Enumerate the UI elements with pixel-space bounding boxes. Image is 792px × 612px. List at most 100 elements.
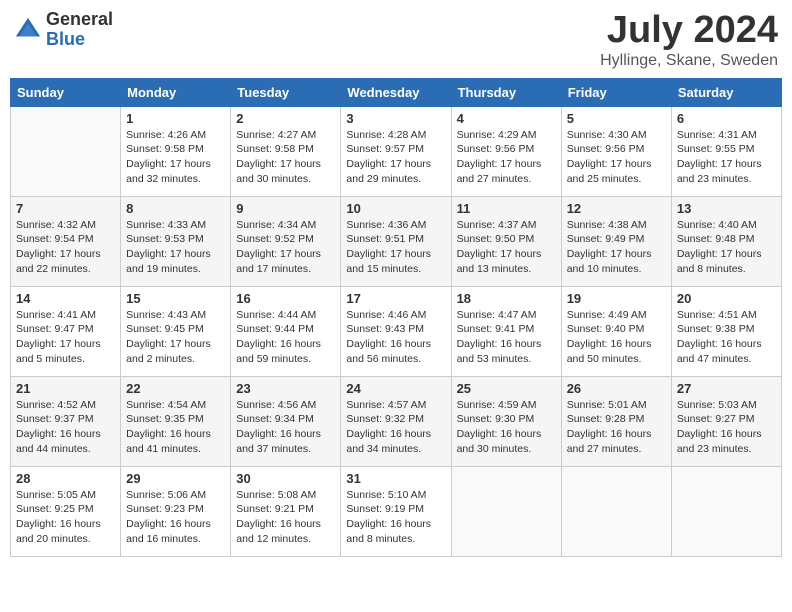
day-number: 23 <box>236 381 335 396</box>
day-info: Sunrise: 4:54 AM Sunset: 9:35 PM Dayligh… <box>126 398 225 457</box>
calendar-cell <box>561 466 671 556</box>
calendar-cell: 11 Sunrise: 4:37 AM Sunset: 9:50 PM Dayli… <box>451 196 561 286</box>
page-header: General Blue July 2024 Hyllinge, Skane, … <box>10 10 782 70</box>
calendar-cell: 27 Sunrise: 5:03 AM Sunset: 9:27 PM Dayli… <box>671 376 781 466</box>
day-number: 13 <box>677 201 776 216</box>
logo: General Blue <box>14 10 113 50</box>
calendar-cell: 12 Sunrise: 4:38 AM Sunset: 9:49 PM Dayli… <box>561 196 671 286</box>
day-header: Monday <box>121 78 231 106</box>
day-info: Sunrise: 4:33 AM Sunset: 9:53 PM Dayligh… <box>126 218 225 277</box>
calendar-week: 14 Sunrise: 4:41 AM Sunset: 9:47 PM Dayli… <box>11 286 782 376</box>
header-row: SundayMondayTuesdayWednesdayThursdayFrid… <box>11 78 782 106</box>
day-number: 29 <box>126 471 225 486</box>
calendar-cell: 13Sunrise: 4:40 AM Sunset: 9:48 PM Dayli… <box>671 196 781 286</box>
day-number: 17 <box>346 291 445 306</box>
calendar-cell: 6 Sunrise: 4:31 AM Sunset: 9:55 PM Daylig… <box>671 106 781 196</box>
day-number: 4 <box>457 111 556 126</box>
calendar-week: 21 Sunrise: 4:52 AM Sunset: 9:37 PM Dayli… <box>11 376 782 466</box>
day-info: Sunrise: 4:36 AM Sunset: 9:51 PM Dayligh… <box>346 218 445 277</box>
day-header: Tuesday <box>231 78 341 106</box>
calendar-cell: 25 Sunrise: 4:59 AM Sunset: 9:30 PM Dayli… <box>451 376 561 466</box>
day-info: Sunrise: 4:27 AM Sunset: 9:58 PM Dayligh… <box>236 128 335 187</box>
calendar-cell: 5Sunrise: 4:30 AM Sunset: 9:56 PM Daylig… <box>561 106 671 196</box>
day-number: 3 <box>346 111 445 126</box>
day-number: 31 <box>346 471 445 486</box>
calendar-cell: 17 Sunrise: 4:46 AM Sunset: 9:43 PM Dayli… <box>341 286 451 376</box>
day-info: Sunrise: 4:37 AM Sunset: 9:50 PM Dayligh… <box>457 218 556 277</box>
day-info: Sunrise: 5:05 AM Sunset: 9:25 PM Dayligh… <box>16 488 115 547</box>
day-number: 16 <box>236 291 335 306</box>
calendar-cell: 1Sunrise: 4:26 AM Sunset: 9:58 PM Daylig… <box>121 106 231 196</box>
day-number: 26 <box>567 381 666 396</box>
day-header: Wednesday <box>341 78 451 106</box>
location: Hyllinge, Skane, Sweden <box>600 52 778 70</box>
calendar-cell: 16 Sunrise: 4:44 AM Sunset: 9:44 PM Dayli… <box>231 286 341 376</box>
title-block: July 2024 Hyllinge, Skane, Sweden <box>600 10 778 70</box>
day-info: Sunrise: 4:52 AM Sunset: 9:37 PM Dayligh… <box>16 398 115 457</box>
day-number: 28 <box>16 471 115 486</box>
day-number: 21 <box>16 381 115 396</box>
day-info: Sunrise: 4:38 AM Sunset: 9:49 PM Dayligh… <box>567 218 666 277</box>
calendar-cell: 7Sunrise: 4:32 AM Sunset: 9:54 PM Daylig… <box>11 196 121 286</box>
day-info: Sunrise: 4:32 AM Sunset: 9:54 PM Dayligh… <box>16 218 115 277</box>
day-number: 27 <box>677 381 776 396</box>
day-info: Sunrise: 5:03 AM Sunset: 9:27 PM Dayligh… <box>677 398 776 457</box>
day-number: 5 <box>567 111 666 126</box>
day-info: Sunrise: 4:59 AM Sunset: 9:30 PM Dayligh… <box>457 398 556 457</box>
day-header: Sunday <box>11 78 121 106</box>
month-year: July 2024 <box>600 10 778 52</box>
calendar-cell: 29 Sunrise: 5:06 AM Sunset: 9:23 PM Dayli… <box>121 466 231 556</box>
day-info: Sunrise: 4:43 AM Sunset: 9:45 PM Dayligh… <box>126 308 225 367</box>
logo-icon <box>14 16 42 44</box>
day-info: Sunrise: 4:44 AM Sunset: 9:44 PM Dayligh… <box>236 308 335 367</box>
day-number: 10 <box>346 201 445 216</box>
day-number: 11 <box>457 201 556 216</box>
calendar-table: SundayMondayTuesdayWednesdayThursdayFrid… <box>10 78 782 557</box>
day-info: Sunrise: 5:08 AM Sunset: 9:21 PM Dayligh… <box>236 488 335 547</box>
calendar-cell: 8Sunrise: 4:33 AM Sunset: 9:53 PM Daylig… <box>121 196 231 286</box>
day-info: Sunrise: 5:01 AM Sunset: 9:28 PM Dayligh… <box>567 398 666 457</box>
day-header: Friday <box>561 78 671 106</box>
day-info: Sunrise: 5:06 AM Sunset: 9:23 PM Dayligh… <box>126 488 225 547</box>
day-info: Sunrise: 4:57 AM Sunset: 9:32 PM Dayligh… <box>346 398 445 457</box>
logo-blue: Blue <box>46 30 113 50</box>
day-info: Sunrise: 4:56 AM Sunset: 9:34 PM Dayligh… <box>236 398 335 457</box>
day-number: 19 <box>567 291 666 306</box>
calendar-cell: 24Sunrise: 4:57 AM Sunset: 9:32 PM Dayli… <box>341 376 451 466</box>
calendar-cell: 30 Sunrise: 5:08 AM Sunset: 9:21 PM Dayli… <box>231 466 341 556</box>
calendar-cell: 3 Sunrise: 4:28 AM Sunset: 9:57 PM Daylig… <box>341 106 451 196</box>
day-info: Sunrise: 4:47 AM Sunset: 9:41 PM Dayligh… <box>457 308 556 367</box>
calendar-cell: 9Sunrise: 4:34 AM Sunset: 9:52 PM Daylig… <box>231 196 341 286</box>
day-header: Saturday <box>671 78 781 106</box>
day-number: 2 <box>236 111 335 126</box>
calendar-cell: 15Sunrise: 4:43 AM Sunset: 9:45 PM Dayli… <box>121 286 231 376</box>
calendar-week: 28 Sunrise: 5:05 AM Sunset: 9:25 PM Dayli… <box>11 466 782 556</box>
day-info: Sunrise: 4:26 AM Sunset: 9:58 PM Dayligh… <box>126 128 225 187</box>
calendar-cell: 26 Sunrise: 5:01 AM Sunset: 9:28 PM Dayli… <box>561 376 671 466</box>
day-info: Sunrise: 4:46 AM Sunset: 9:43 PM Dayligh… <box>346 308 445 367</box>
calendar-cell: 22 Sunrise: 4:54 AM Sunset: 9:35 PM Dayli… <box>121 376 231 466</box>
day-number: 6 <box>677 111 776 126</box>
day-info: Sunrise: 4:28 AM Sunset: 9:57 PM Dayligh… <box>346 128 445 187</box>
day-info: Sunrise: 4:49 AM Sunset: 9:40 PM Dayligh… <box>567 308 666 367</box>
day-number: 14 <box>16 291 115 306</box>
day-info: Sunrise: 4:51 AM Sunset: 9:38 PM Dayligh… <box>677 308 776 367</box>
calendar-cell: 18Sunrise: 4:47 AM Sunset: 9:41 PM Dayli… <box>451 286 561 376</box>
calendar-cell: 31 Sunrise: 5:10 AM Sunset: 9:19 PM Dayli… <box>341 466 451 556</box>
day-number: 22 <box>126 381 225 396</box>
day-number: 25 <box>457 381 556 396</box>
day-info: Sunrise: 4:41 AM Sunset: 9:47 PM Dayligh… <box>16 308 115 367</box>
day-number: 30 <box>236 471 335 486</box>
calendar-cell: 23 Sunrise: 4:56 AM Sunset: 9:34 PM Dayli… <box>231 376 341 466</box>
day-number: 12 <box>567 201 666 216</box>
day-info: Sunrise: 5:10 AM Sunset: 9:19 PM Dayligh… <box>346 488 445 547</box>
calendar-cell <box>11 106 121 196</box>
logo-general: General <box>46 10 113 30</box>
calendar-cell: 19 Sunrise: 4:49 AM Sunset: 9:40 PM Dayli… <box>561 286 671 376</box>
calendar-cell: 4 Sunrise: 4:29 AM Sunset: 9:56 PM Daylig… <box>451 106 561 196</box>
day-info: Sunrise: 4:29 AM Sunset: 9:56 PM Dayligh… <box>457 128 556 187</box>
day-info: Sunrise: 4:31 AM Sunset: 9:55 PM Dayligh… <box>677 128 776 187</box>
day-number: 9 <box>236 201 335 216</box>
calendar-cell: 28 Sunrise: 5:05 AM Sunset: 9:25 PM Dayli… <box>11 466 121 556</box>
calendar-week: 1Sunrise: 4:26 AM Sunset: 9:58 PM Daylig… <box>11 106 782 196</box>
